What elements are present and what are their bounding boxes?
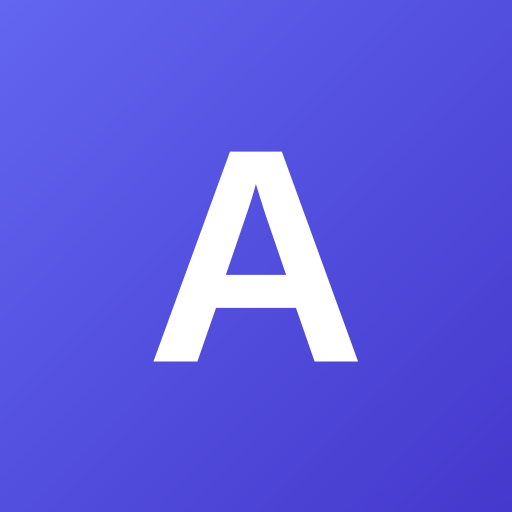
avatar-tile: A [0, 0, 512, 512]
avatar-initial: A [145, 85, 367, 426]
